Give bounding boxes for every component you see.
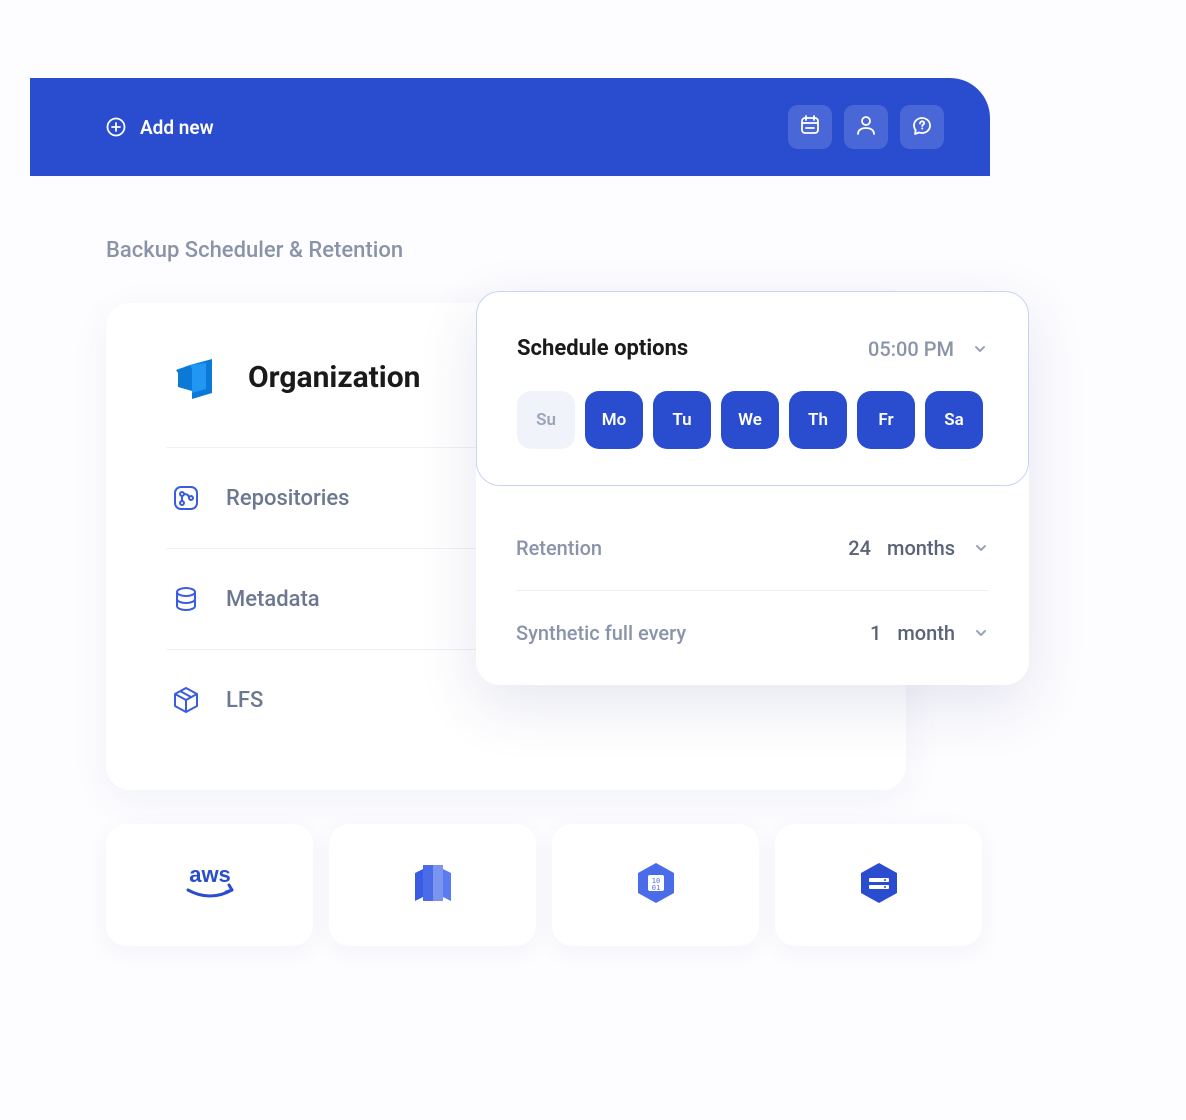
help-icon [911,114,933,140]
retention-value[interactable]: 24 [848,536,871,560]
calendar-button[interactable] [788,105,832,149]
chevron-down-icon [973,625,989,641]
retention-label: Retention [516,536,602,560]
add-circle-icon [106,117,126,137]
time-selector[interactable]: 05:00 PM [868,337,988,361]
calendar-icon [799,114,821,140]
storage-icon [849,853,909,917]
synthetic-value[interactable]: 1 [870,621,881,645]
provider-gcp[interactable]: 10 01 [552,824,759,946]
day-sa[interactable]: Sa [925,391,983,449]
svg-text:aws: aws [189,862,231,887]
synthetic-label: Synthetic full every [516,621,686,645]
day-tu[interactable]: Tu [653,391,711,449]
schedule-popup: Schedule options 05:00 PM Su Mo Tu We Th… [476,291,1029,685]
add-new-label: Add new [140,116,214,139]
provider-aws[interactable]: aws [106,824,313,946]
azure-devops-icon [170,353,218,401]
package-icon [170,684,202,716]
add-new-button[interactable]: Add new [106,116,214,139]
retention-row: Retention 24 months [516,506,989,590]
org-item-label: Metadata [226,587,320,612]
synthetic-row: Synthetic full every 1 month [516,590,989,675]
chevron-down-icon [973,540,989,556]
config-rows: Retention 24 months Synthetic full every… [476,486,1029,685]
gcp-icon: 10 01 [626,853,686,917]
provider-row: aws 10 01 [106,824,982,946]
day-we[interactable]: We [721,391,779,449]
org-title: Organization [248,360,421,395]
topbar: Add new [30,78,990,176]
user-button[interactable] [844,105,888,149]
database-icon [170,583,202,615]
azure-icon [403,853,463,917]
user-icon [855,114,877,140]
synthetic-unit-selector[interactable]: month [897,621,989,645]
provider-azure[interactable] [329,824,536,946]
day-th[interactable]: Th [789,391,847,449]
repository-icon [170,482,202,514]
topbar-actions [788,105,944,149]
org-item-label: LFS [226,688,263,713]
aws-icon: aws [170,858,250,912]
svg-text:01: 01 [651,884,659,892]
day-mo[interactable]: Mo [585,391,643,449]
schedule-title: Schedule options [517,336,688,361]
days-row: Su Mo Tu We Th Fr Sa [517,391,988,449]
chevron-down-icon [972,341,988,357]
retention-unit-selector[interactable]: months [887,536,989,560]
day-fr[interactable]: Fr [857,391,915,449]
schedule-options-box: Schedule options 05:00 PM Su Mo Tu We Th… [476,291,1029,486]
day-su[interactable]: Su [517,391,575,449]
section-title: Backup Scheduler & Retention [106,238,990,263]
org-item-label: Repositories [226,486,349,511]
time-value: 05:00 PM [868,337,954,361]
help-button[interactable] [900,105,944,149]
provider-storage[interactable] [775,824,982,946]
